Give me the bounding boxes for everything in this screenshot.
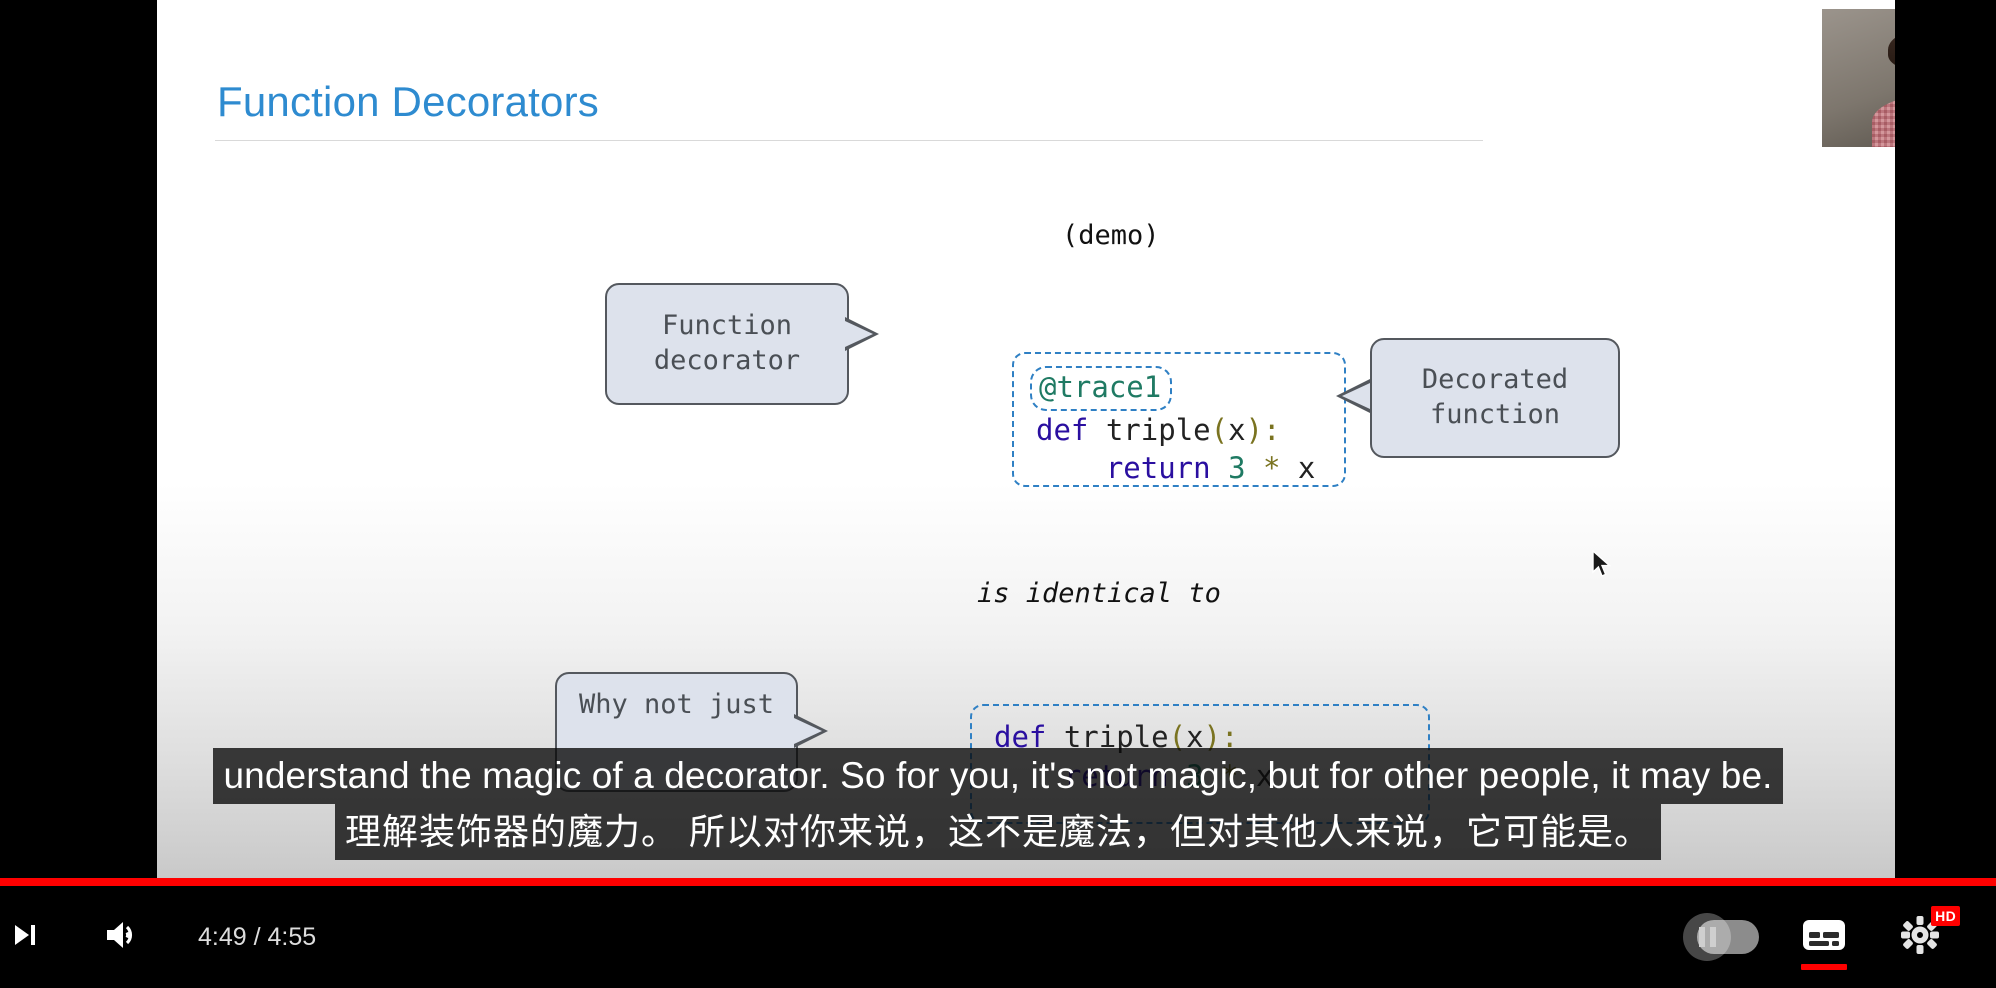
- callout-decorated-function-label: Decorated function: [1421, 364, 1569, 430]
- quality-badge: HD: [1931, 906, 1960, 926]
- code-top-number: 3: [1210, 451, 1246, 486]
- callout-function-decorator-label: Function decorator: [653, 310, 801, 376]
- code-bottom-def-name: triple: [1046, 720, 1169, 754]
- code-top-var: x: [1280, 451, 1316, 486]
- code-block-decorated: @trace1 def triple(x): return 3 * x: [1012, 352, 1346, 487]
- autoplay-toggle-track: [1683, 913, 1759, 961]
- code-bottom-var: x: [1238, 758, 1274, 793]
- is-identical-to-label: is identical to: [977, 578, 1221, 609]
- code-top-def-name: triple: [1088, 412, 1211, 447]
- demo-label: (demo): [1062, 220, 1160, 251]
- code-top-paren-open: (: [1210, 412, 1229, 447]
- video-player: Function Decorators (demo) Function deco…: [0, 0, 1996, 988]
- code-bottom-paren-open: (: [1168, 720, 1187, 754]
- code-top-def-kw: def: [1036, 412, 1089, 447]
- captions-button[interactable]: [1776, 886, 1872, 988]
- time-display: 4:49 / 4:55: [198, 922, 317, 951]
- code-bottom-paren-close: ): [1203, 720, 1222, 754]
- progress-bar-played: [0, 878, 1996, 886]
- next-track-icon: [10, 920, 40, 955]
- code-bottom-colon: :: [1221, 720, 1239, 754]
- code-top-arg: x: [1228, 412, 1246, 447]
- slide-stage: Function Decorators (demo) Function deco…: [157, 0, 1895, 878]
- code-bottom-def-kw: def: [994, 720, 1047, 754]
- controls-row: 4:49 / 4:55 HD: [0, 886, 1996, 988]
- code-bottom-operator: *: [1203, 758, 1239, 793]
- callout-why-not-just: Why not just: [555, 672, 798, 792]
- code-top-indent: [1036, 451, 1106, 485]
- captions-active-indicator: [1801, 964, 1847, 970]
- pause-icon: [1698, 927, 1716, 947]
- closed-captions-icon: [1800, 915, 1848, 960]
- volume-button[interactable]: [86, 886, 160, 988]
- callout-function-decorator-tail-inner: [845, 321, 873, 347]
- code-top-operator: *: [1245, 451, 1281, 486]
- decorator-token: @trace1: [1039, 370, 1162, 404]
- code-bottom-return-kw: return: [1063, 758, 1169, 793]
- autoplay-toggle-knob: [1683, 913, 1731, 961]
- code-top-colon: :: [1263, 412, 1281, 447]
- callout-function-decorator: Function decorator: [605, 283, 849, 405]
- code-top-paren-close: ): [1245, 412, 1264, 447]
- progress-bar-track[interactable]: [0, 878, 1996, 886]
- code-bottom-number: 3: [1168, 758, 1204, 793]
- autoplay-toggle[interactable]: [1680, 886, 1776, 988]
- page-title: Function Decorators: [217, 78, 599, 125]
- title-divider: [215, 140, 1483, 141]
- code-top-return-kw: return: [1105, 451, 1211, 486]
- next-video-button[interactable]: [0, 886, 54, 988]
- code-bottom-arg: x: [1186, 720, 1204, 754]
- callout-decorated-function: Decorated function: [1370, 338, 1620, 458]
- presenter-webcam-overlay: [1822, 9, 1895, 147]
- callout-why-not-just-tail-inner: [794, 718, 822, 744]
- volume-icon: [104, 918, 142, 957]
- code-bottom-indent: [994, 759, 1064, 793]
- callout-decorated-function-tail-inner: [1342, 383, 1370, 409]
- settings-button[interactable]: HD: [1872, 886, 1968, 988]
- code-block-plain: def triple(x): return 3 * x: [970, 704, 1430, 824]
- player-controls-bar: 4:49 / 4:55 HD: [0, 878, 1996, 988]
- callout-why-not-just-label: Why not just: [578, 689, 775, 720]
- decorator-pill: @trace1: [1030, 366, 1173, 411]
